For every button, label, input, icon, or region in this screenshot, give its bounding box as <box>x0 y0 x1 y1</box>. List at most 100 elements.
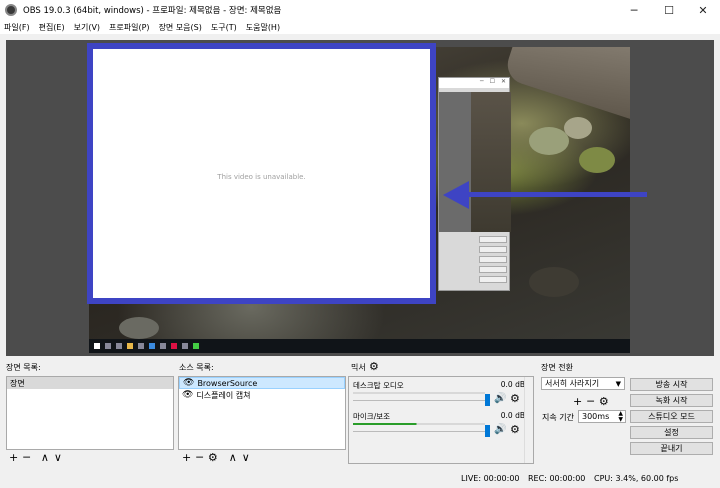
speaker-icon[interactable]: 🔊 <box>494 393 506 404</box>
source-name: 디스플레이 캡쳐 <box>196 390 251 400</box>
mixer-scrollbar[interactable] <box>524 377 533 463</box>
window-title: OBS 19.0.3 (64bit, windows) - 프로파일: 제목없음… <box>23 6 282 16</box>
chevron-down-icon: ▼ <box>615 379 621 388</box>
minimize-button[interactable]: ─ <box>617 0 651 20</box>
add-transition-button[interactable]: + <box>573 395 582 408</box>
menu-help[interactable]: 도움말(H) <box>246 22 280 33</box>
annotation-arrow-icon <box>443 181 469 209</box>
menu-tools[interactable]: 도구(T) <box>211 22 237 33</box>
obs-logo-icon <box>5 4 17 16</box>
volume-meter <box>353 423 485 425</box>
taskbar-icon <box>182 343 188 349</box>
volume-slider-handle[interactable] <box>485 425 490 437</box>
scene-list[interactable]: 장면 <box>6 376 174 450</box>
taskbar-icon <box>193 343 199 349</box>
nested-title-bar: ─ ☐ ✕ <box>439 78 509 88</box>
cpu-fps-readout: CPU: 3.4%, 60.00 fps <box>594 474 679 483</box>
title-bar: OBS 19.0.3 (64bit, windows) - 프로파일: 제목없음… <box>0 0 720 20</box>
preview-canvas[interactable]: ─ ☐ ✕ This video is unavailable. <box>6 40 714 356</box>
remove-scene-button[interactable]: ─ <box>23 451 30 464</box>
menu-bar: 파일(F) 편집(E) 보기(V) 프로파일(P) 장면 모음(S) 도구(T)… <box>0 20 720 34</box>
menu-edit[interactable]: 편집(E) <box>39 22 65 33</box>
nested-button <box>479 246 507 253</box>
channel-gear-icon[interactable]: ⚙ <box>510 423 520 436</box>
move-source-up-button[interactable]: ∧ <box>229 451 237 464</box>
source-list[interactable]: 👁 BrowserSource 👁 디스플레이 캡쳐 <box>178 376 346 450</box>
mixer-gear-icon[interactable]: ⚙ <box>369 360 379 373</box>
sources-toolbar: + ─ ⚙ ∧ ∨ <box>182 450 255 464</box>
menu-file[interactable]: 파일(F) <box>4 22 30 33</box>
duration-value: 300ms <box>582 412 610 421</box>
channel-name: 데스크탑 오디오 <box>353 381 404 390</box>
menu-scene-collection[interactable]: 장면 모음(S) <box>159 22 202 33</box>
taskbar-icon <box>116 343 122 349</box>
maximize-button[interactable]: ☐ <box>652 0 686 20</box>
channel-db: 0.0 dB <box>500 411 525 420</box>
browser-source-frame[interactable]: This video is unavailable. <box>87 43 436 304</box>
wallpaper-leaf <box>529 267 579 297</box>
menu-profile[interactable]: 프로파일(P) <box>109 22 150 33</box>
taskbar-icon <box>105 343 111 349</box>
studio-mode-button[interactable]: 스튜디오 모드 <box>630 410 713 423</box>
mixer-label: 믹서 <box>351 363 366 372</box>
move-scene-up-button[interactable]: ∧ <box>41 451 49 464</box>
wallpaper-leaf <box>529 127 569 155</box>
channel-name: 마이크/보조 <box>353 412 391 421</box>
start-streaming-button[interactable]: 방송 시작 <box>630 378 713 391</box>
transitions-label: 장면 전환 <box>541 363 573 372</box>
live-timer: LIVE: 00:00:00 <box>461 474 520 483</box>
taskbar-icon <box>171 343 177 349</box>
scenes-toolbar: + ─ ∧ ∨ <box>9 450 67 464</box>
remove-source-button[interactable]: ─ <box>196 451 203 464</box>
volume-slider-handle[interactable] <box>485 394 490 406</box>
wallpaper-leaf <box>564 117 592 139</box>
duration-label: 지속 기간 <box>542 413 574 422</box>
settings-button[interactable]: 설정 <box>630 426 713 439</box>
taskbar-icon <box>127 343 133 349</box>
nested-button <box>479 236 507 243</box>
nested-button <box>479 256 507 263</box>
move-source-down-button[interactable]: ∨ <box>242 451 250 464</box>
annotation-arrow-shaft <box>467 192 647 197</box>
source-properties-gear-icon[interactable]: ⚙ <box>208 451 218 464</box>
exit-button[interactable]: 끝내기 <box>630 442 713 455</box>
transition-gear-icon[interactable]: ⚙ <box>599 395 609 408</box>
nested-preview <box>439 92 511 232</box>
start-recording-button[interactable]: 녹화 시작 <box>630 394 713 407</box>
transition-selected: 서서히 사라지기 <box>545 379 600 388</box>
close-button[interactable]: ✕ <box>686 0 720 20</box>
spinner-arrows-icon[interactable]: ▲ ▼ <box>618 410 623 423</box>
duration-spinbox[interactable]: 300ms ▲ ▼ <box>578 410 626 423</box>
taskbar-icon <box>160 343 166 349</box>
status-bar: LIVE: 00:00:00 REC: 00:00:00 CPU: 3.4%, … <box>0 470 720 488</box>
nested-button <box>479 276 507 283</box>
taskbar-icon <box>138 343 144 349</box>
video-unavailable-message: This video is unavailable. <box>217 173 306 181</box>
transition-select[interactable]: 서서히 사라지기 ▼ <box>541 377 625 390</box>
channel-db: 0.0 dB <box>500 380 525 389</box>
sources-label: 소스 목록: <box>179 363 214 372</box>
volume-slider-track[interactable] <box>353 431 485 432</box>
eye-icon[interactable]: 👁 <box>183 378 194 388</box>
wallpaper-leaf <box>579 147 615 173</box>
rec-timer: REC: 00:00:00 <box>528 474 586 483</box>
source-item[interactable]: 👁 BrowserSource <box>179 377 345 389</box>
speaker-icon[interactable]: 🔊 <box>494 424 506 435</box>
windows-taskbar <box>89 339 630 353</box>
start-icon <box>94 343 100 349</box>
taskbar-icon <box>149 343 155 349</box>
add-source-button[interactable]: + <box>182 451 191 464</box>
channel-gear-icon[interactable]: ⚙ <box>510 392 520 405</box>
add-scene-button[interactable]: + <box>9 451 18 464</box>
transitions-toolbar: + ─ ⚙ <box>573 394 614 408</box>
remove-transition-button[interactable]: ─ <box>587 395 594 408</box>
scene-item[interactable]: 장면 <box>7 377 173 389</box>
source-name: BrowserSource <box>197 378 258 388</box>
move-scene-down-button[interactable]: ∨ <box>54 451 62 464</box>
volume-slider-track[interactable] <box>353 400 485 401</box>
eye-icon[interactable]: 👁 <box>182 390 193 400</box>
audio-mixer: 데스크탑 오디오 0.0 dB 🔊 ⚙ 마이크/보조 0.0 dB 🔊 ⚙ <box>348 376 534 464</box>
source-item[interactable]: 👁 디스플레이 캡쳐 <box>179 389 345 401</box>
menu-view[interactable]: 보기(V) <box>74 22 100 33</box>
wallpaper-leaf <box>119 317 159 339</box>
